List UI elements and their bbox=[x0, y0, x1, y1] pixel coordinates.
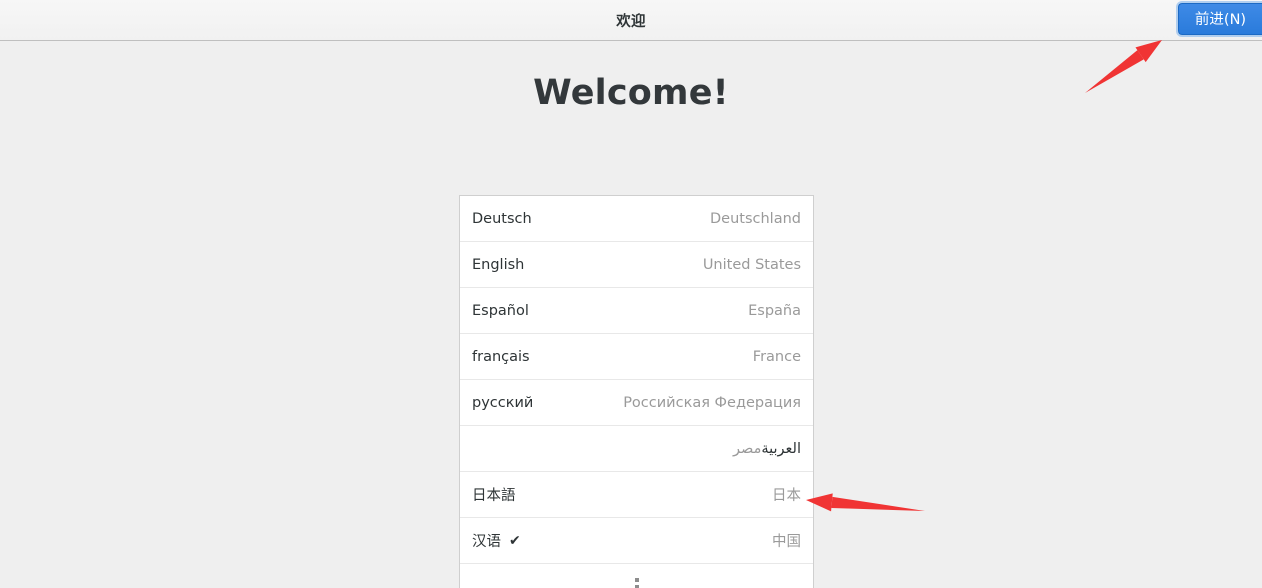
language-row[interactable]: 汉语 ✔ 中国 bbox=[460, 518, 813, 564]
language-name: français bbox=[472, 348, 530, 365]
language-row[interactable]: Español España bbox=[460, 288, 813, 334]
language-row[interactable]: Deutsch Deutschland bbox=[460, 196, 813, 242]
language-country: France bbox=[752, 348, 801, 365]
language-name: Deutsch bbox=[472, 210, 532, 227]
window-titlebar: 欢迎 前进(N) bbox=[0, 0, 1262, 41]
language-name: English bbox=[472, 256, 525, 273]
language-name: русский bbox=[472, 394, 534, 411]
more-vertical-icon bbox=[634, 578, 639, 588]
language-name: العربية bbox=[761, 440, 801, 457]
page-title: Welcome! bbox=[533, 73, 729, 113]
next-button[interactable]: 前进(N) bbox=[1178, 3, 1262, 35]
language-row[interactable]: English United States bbox=[460, 242, 813, 288]
main-content: Welcome! Deutsch Deutschland English United… bbox=[0, 41, 1262, 588]
language-row[interactable]: français France bbox=[460, 334, 813, 380]
language-row[interactable]: 日本語 日本 bbox=[460, 472, 813, 518]
language-name: Español bbox=[472, 302, 529, 319]
language-list[interactable]: Deutsch Deutschland English United States Es… bbox=[459, 195, 814, 588]
language-row[interactable]: русский Российская Федерация bbox=[460, 380, 813, 426]
language-country: Deutschland bbox=[710, 210, 801, 227]
language-row[interactable]: العربية مصر bbox=[460, 426, 813, 472]
language-country: 日本 bbox=[772, 488, 801, 504]
language-name: 日本語 bbox=[472, 488, 516, 504]
language-country: United States bbox=[702, 256, 801, 273]
language-country: Российская Федерация bbox=[623, 394, 801, 411]
language-country: 中国 bbox=[772, 534, 801, 550]
language-country: مصر bbox=[733, 440, 762, 457]
check-icon: ✔ bbox=[509, 532, 521, 549]
show-more-languages-button[interactable] bbox=[460, 564, 813, 588]
language-name: 汉语 bbox=[472, 534, 501, 550]
window-title: 欢迎 bbox=[616, 13, 646, 30]
language-country: España bbox=[748, 302, 801, 319]
